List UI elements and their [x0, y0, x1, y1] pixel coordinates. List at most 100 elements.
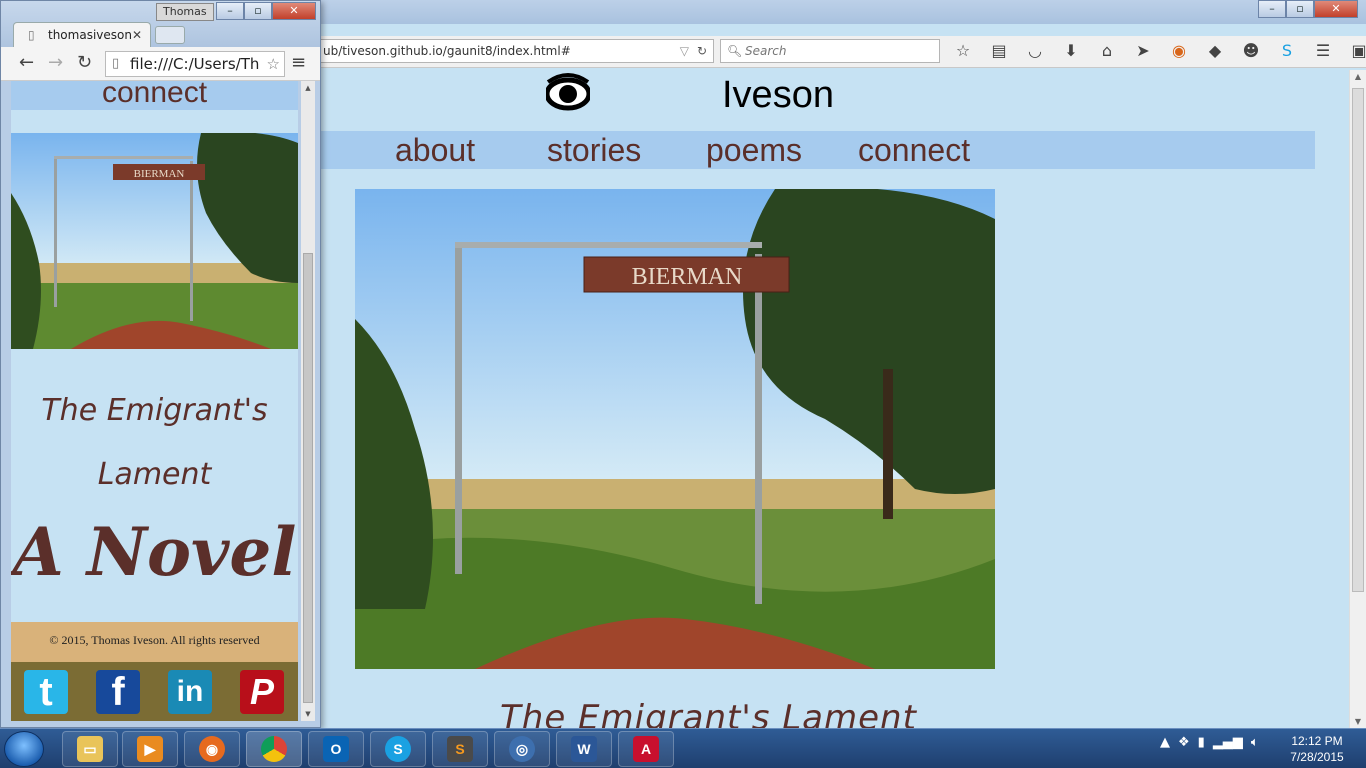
maximize-button[interactable]: ▫	[1286, 0, 1314, 18]
outlook-button[interactable]: O	[308, 731, 364, 767]
explorer-button[interactable]: ▭	[62, 731, 118, 767]
reading-list-icon[interactable]: ▤	[986, 40, 1012, 62]
sublime-text-icon: S	[447, 736, 473, 762]
system-tray: ▲ ❖ ▮ ▂▄▆ 🔈︎	[1160, 735, 1259, 750]
nav-connect[interactable]: connect	[858, 131, 970, 169]
address-text: ub/tiveson.github.io/gaunit8/index.html#	[323, 44, 571, 58]
scroll-down-icon[interactable]: ▼	[301, 710, 315, 718]
reload-icon[interactable]: ↻	[77, 52, 92, 73]
dropdown-icon[interactable]: ▽	[680, 40, 689, 62]
taskbar: ▭ ▶ ◉ O S S ◎ W A ▲ ❖ ▮ ▂▄▆ 🔈︎ 12:12 PM …	[0, 728, 1366, 768]
clock-date: 7/28/2015	[1290, 750, 1344, 764]
hero-sign-text: BIERMAN	[134, 168, 185, 180]
site-title: Iveson	[722, 74, 834, 116]
profile-button[interactable]: Thomas	[156, 3, 214, 21]
network-signal-icon[interactable]: ▂▄▆	[1213, 735, 1243, 750]
forward-arrow-icon[interactable]: →	[48, 52, 63, 73]
nav-about[interactable]: about	[395, 131, 475, 169]
outlook-icon: O	[323, 736, 349, 762]
omnibox[interactable]: ▯ file:///C:/Users/Th ☆	[105, 51, 285, 77]
clock[interactable]: 12:12 PM 7/28/2015	[1282, 733, 1352, 765]
menu-icon[interactable]: ≡	[291, 52, 306, 73]
tab-close-icon[interactable]: ✕	[132, 23, 142, 47]
skype-button[interactable]: S	[370, 731, 426, 767]
show-hidden-icons-icon[interactable]: ▲	[1160, 735, 1170, 750]
scroll-down-icon[interactable]: ▼	[1350, 717, 1366, 726]
search-placeholder: Search	[745, 44, 787, 58]
twitter-icon[interactable]: t	[24, 670, 68, 714]
search-box[interactable]: 🔍︎ Search	[720, 39, 940, 63]
send-icon[interactable]: ➤	[1130, 40, 1156, 62]
media-player-button[interactable]: ▶	[122, 731, 178, 767]
pinterest-icon[interactable]: P	[240, 670, 284, 714]
chrome-tab[interactable]: ▯ thomasiveson ✕	[13, 22, 151, 47]
downloads-icon[interactable]: ⬇	[1058, 40, 1084, 62]
nav-poems[interactable]: poems	[706, 131, 802, 169]
webpage: Iveson about stories poems connect BIERM…	[320, 70, 1349, 728]
chrome-close-button[interactable]: ✕	[272, 2, 316, 20]
word-button[interactable]: W	[556, 731, 612, 767]
nav-stories[interactable]: stories	[547, 131, 641, 169]
word-icon: W	[571, 736, 597, 762]
dropbox-icon[interactable]: ❖	[1178, 735, 1190, 750]
chrome-window-controls: – ▫ ✕	[216, 2, 316, 20]
eye-logo-icon[interactable]	[546, 72, 590, 116]
page-scrollbar[interactable]: ▲ ▼	[1349, 70, 1366, 728]
new-tab-button[interactable]	[155, 26, 185, 44]
scrollbar-thumb[interactable]	[1352, 88, 1364, 592]
hero-photo: BIERMAN	[11, 133, 298, 349]
linkedin-icon[interactable]: in	[168, 670, 212, 714]
acrobat-button[interactable]: A	[618, 731, 674, 767]
chrome-button[interactable]	[246, 731, 302, 767]
pocket-icon[interactable]: ◡	[1022, 40, 1048, 62]
nav-connect[interactable]: connect	[11, 81, 298, 110]
omnibox-text: file:///C:/Users/Th	[130, 55, 260, 73]
globe-icon: ◎	[509, 736, 535, 762]
firefox-button[interactable]: ◉	[184, 731, 240, 767]
facebook-icon[interactable]: f	[96, 670, 140, 714]
extension-icon[interactable]: ▣	[1346, 40, 1366, 62]
hero-sign-text: BIERMAN	[632, 264, 743, 290]
bookmark-star-icon[interactable]: ☆	[950, 40, 976, 62]
reload-icon[interactable]: ↻	[697, 40, 707, 62]
site-nav: about stories poems connect	[320, 131, 1315, 169]
volume-icon[interactable]: 🔈︎	[1251, 735, 1259, 750]
clock-time: 12:12 PM	[1291, 734, 1343, 748]
chrome-minimize-button[interactable]: –	[216, 2, 244, 20]
network-app-button[interactable]: ◎	[494, 731, 550, 767]
home-icon[interactable]: ⌂	[1094, 40, 1120, 62]
share-icon[interactable]: ◆	[1202, 40, 1228, 62]
addon-icon[interactable]: ◉	[1166, 40, 1192, 62]
folder-icon: ▭	[77, 736, 103, 762]
skype-icon[interactable]: S	[1274, 40, 1300, 62]
close-button[interactable]: ✕	[1314, 0, 1358, 18]
back-arrow-icon[interactable]: ←	[19, 52, 34, 73]
firefox-icon: ◉	[199, 736, 225, 762]
tab-title: thomasiveson	[48, 28, 132, 42]
chat-icon[interactable]: ☻	[1238, 40, 1264, 62]
scroll-up-icon[interactable]: ▲	[301, 84, 315, 92]
search-icon: 🔍︎	[727, 44, 743, 58]
address-bar[interactable]: ub/tiveson.github.io/gaunit8/index.html#…	[314, 39, 714, 63]
lament-heading: The Emigrant's Lament	[11, 379, 298, 507]
lament-line-2: Lament	[97, 457, 212, 492]
scrollbar-thumb[interactable]	[303, 253, 313, 703]
menu-icon[interactable]: ☰	[1310, 40, 1336, 62]
sublime-text-button[interactable]: S	[432, 731, 488, 767]
chrome-scrollbar[interactable]: ▲ ▼	[301, 81, 315, 721]
firefox-window-controls: – ▫ ✕	[1258, 0, 1358, 18]
acrobat-icon: A	[633, 736, 659, 762]
lament-line-1: The Emigrant's	[41, 393, 268, 428]
hero-photo: BIERMAN	[355, 189, 995, 669]
scroll-up-icon[interactable]: ▲	[1350, 72, 1366, 81]
chrome-maximize-button[interactable]: ▫	[244, 2, 272, 20]
page-icon: ▯	[28, 28, 35, 42]
lament-heading: The Emigrant's Lament	[500, 698, 917, 728]
bookmark-star-icon[interactable]: ☆	[264, 52, 280, 76]
mobile-webpage: connect BIERMAN The Emigrant's Lament A …	[11, 81, 298, 721]
device-icon[interactable]: ▮	[1198, 735, 1205, 750]
media-player-icon: ▶	[137, 736, 163, 762]
chrome-toolbar: ← → ↻ ▯ file:///C:/Users/Th ☆ ≡	[1, 47, 320, 81]
start-button[interactable]	[4, 731, 44, 767]
minimize-button[interactable]: –	[1258, 0, 1286, 18]
